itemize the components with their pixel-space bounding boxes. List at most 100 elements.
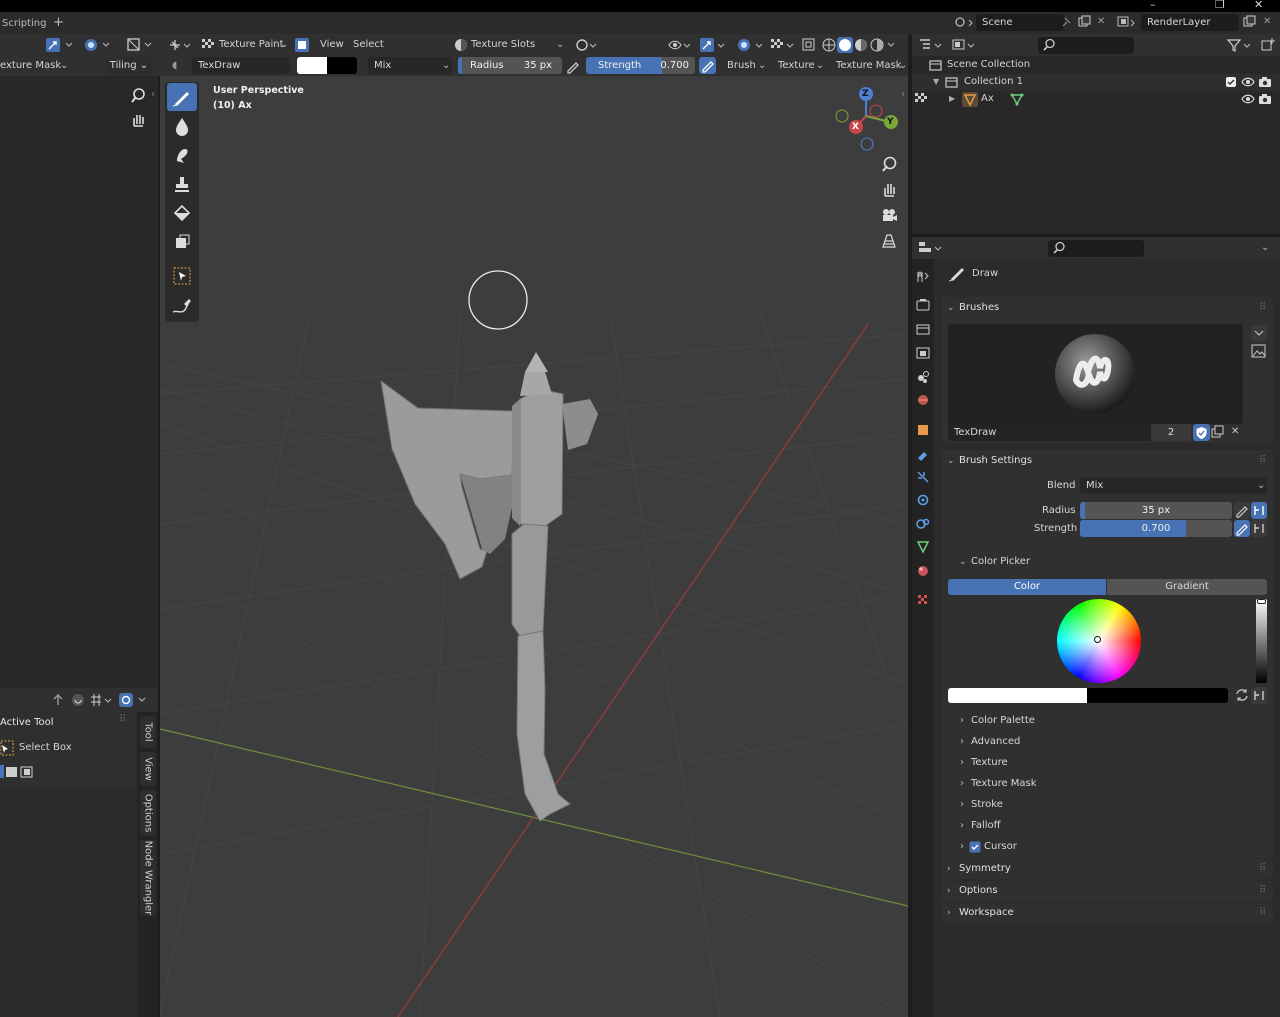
scene-name-field[interactable]: Scene	[976, 14, 1064, 31]
options-panel-title[interactable]: Options	[959, 881, 998, 901]
menu-select[interactable]: Select	[353, 38, 384, 52]
filter-icon[interactable]	[1226, 37, 1254, 53]
subpanel-expand-icon[interactable]: ›	[960, 840, 964, 854]
select-box-icon[interactable]	[0, 740, 14, 756]
ortho-toggle-icon[interactable]	[880, 232, 898, 250]
annotate-tool-button[interactable]	[167, 292, 197, 320]
brushes-panel-title[interactable]: Brushes	[959, 297, 999, 319]
render-layer-field[interactable]: RenderLayer	[1141, 14, 1239, 31]
symmetry-panel[interactable]: › Symmetry ⠿	[941, 859, 1273, 879]
radius-unit-icon[interactable]	[1251, 502, 1267, 519]
add-workspace-button[interactable]: +	[53, 16, 64, 30]
strength-unified-icon[interactable]	[1251, 520, 1267, 537]
xray-icon[interactable]	[770, 37, 798, 53]
menu-view[interactable]: View	[320, 38, 344, 52]
primary-color-swatch[interactable]	[297, 57, 327, 74]
subpanel-color-palette[interactable]: Color Palette	[971, 714, 1035, 728]
brush-settings-title[interactable]: Brush Settings	[959, 450, 1032, 472]
menu-texture-mask[interactable]: Texture Mask	[836, 59, 902, 73]
texture-slots-dropdown[interactable]: Texture Slots	[471, 38, 535, 52]
viewport-zoom-icon[interactable]	[880, 156, 898, 174]
strength-settings-pressure-icon[interactable]	[1234, 520, 1250, 537]
eye-icon[interactable]	[1241, 93, 1255, 105]
color-tab-button[interactable]: Color	[948, 579, 1106, 595]
outliner-editor-type-icon[interactable]	[918, 37, 946, 53]
color-picker-title[interactable]: Color Picker	[971, 555, 1030, 569]
blend-mode-dropdown[interactable]: Mix	[368, 57, 452, 74]
panel-drag-handle-icon[interactable]: ⠿	[1259, 906, 1266, 920]
selection-mode-icons[interactable]	[0, 765, 36, 779]
outliner-row-scene-collection[interactable]: Scene Collection	[912, 57, 1280, 74]
select-box-tool-button[interactable]	[167, 262, 197, 290]
gizmo-toggle-icon[interactable]	[118, 692, 150, 708]
unlink-brush-icon[interactable]: ✕	[1231, 425, 1239, 439]
camera-icon[interactable]	[1258, 93, 1272, 105]
camera-icon[interactable]	[1258, 76, 1272, 88]
snap-icon[interactable]	[45, 37, 75, 53]
subpanel-texture-mask[interactable]: Texture Mask	[971, 777, 1037, 791]
duplicate-brush-icon[interactable]	[1211, 425, 1226, 440]
delete-layer-icon[interactable]: ✕	[1263, 15, 1271, 29]
subpanel-stroke[interactable]: Stroke	[971, 798, 1003, 812]
editor-type-icon[interactable]	[168, 37, 194, 53]
mesh-data-icon[interactable]	[1010, 92, 1024, 106]
radius-settings-slider[interactable]: 35 px	[1080, 502, 1232, 519]
viewport-collapse-arrow-icon[interactable]: ‹	[901, 88, 905, 102]
brush-image-icon[interactable]	[1251, 343, 1267, 359]
display-mode-icon[interactable]	[951, 37, 979, 53]
outliner-row-collection[interactable]: ▼ Collection 1	[912, 74, 1280, 91]
tab-scripting[interactable]: Scripting	[2, 17, 46, 31]
symmetry-panel-title[interactable]: Symmetry	[959, 859, 1011, 879]
secondary-color-swatch[interactable]	[327, 57, 357, 74]
hook-icon[interactable]	[70, 692, 86, 708]
radius-slider[interactable]: Radius 35 px	[458, 57, 562, 74]
close-button[interactable]: ✕	[1254, 0, 1263, 11]
brush-preview[interactable]	[948, 324, 1243, 424]
delete-scene-icon[interactable]: ✕	[1097, 15, 1105, 29]
workspace-panel-title[interactable]: Workspace	[959, 903, 1014, 923]
mask-tool-button[interactable]	[167, 228, 197, 256]
soften-tool-button[interactable]	[167, 112, 197, 140]
viewport-gizmo-icon[interactable]	[699, 37, 727, 53]
subpanel-advanced[interactable]: Advanced	[971, 735, 1020, 749]
menu-texture[interactable]: Texture	[778, 59, 815, 73]
color-unified-icon[interactable]	[1251, 687, 1267, 704]
panel-drag-handle-icon[interactable]: ⠿	[1259, 862, 1266, 876]
properties-editor-type-icon[interactable]	[918, 240, 946, 256]
eye-icon[interactable]	[1241, 76, 1255, 88]
camera-view-icon[interactable]	[880, 206, 898, 224]
sidebar-tab-tool[interactable]: Tool	[140, 716, 156, 748]
menu-brush[interactable]: Brush	[727, 59, 756, 73]
cursor-checkbox[interactable]	[969, 841, 981, 853]
new-scene-icon[interactable]	[1078, 15, 1092, 28]
expand-arrow-icon[interactable]: ▶	[949, 92, 955, 106]
brush-list-chevron-icon[interactable]	[1251, 325, 1267, 341]
zoom-icon[interactable]	[130, 88, 146, 104]
new-collection-icon[interactable]	[1260, 37, 1276, 53]
new-layer-icon[interactable]	[1243, 15, 1257, 28]
collapse-arrow-icon[interactable]: ‹	[151, 88, 155, 102]
strength-slider[interactable]: Strength 0.700	[586, 57, 695, 74]
sidebar-tab-options[interactable]: Options	[140, 790, 156, 836]
render-layer-icon[interactable]	[1117, 15, 1139, 29]
panel-drag-handle-icon[interactable]: ⠿	[1259, 884, 1266, 898]
mask-toggle-icon[interactable]	[294, 37, 310, 53]
color-wheel-cursor[interactable]	[1094, 636, 1101, 643]
brush-users-count[interactable]: 2	[1151, 424, 1191, 441]
mode-dropdown[interactable]: Texture Paint	[219, 38, 284, 52]
clone-tool-button[interactable]	[167, 170, 197, 198]
subpanel-expand-icon[interactable]: ›	[960, 714, 964, 728]
smear-tool-button[interactable]	[167, 141, 197, 169]
scene-icon[interactable]	[953, 15, 975, 29]
panel-drag-handle-icon[interactable]: ⠿	[1259, 301, 1266, 315]
texture-mask-dropdown[interactable]: exture Mask	[0, 59, 61, 73]
brush-preview-icon[interactable]: ◖	[172, 59, 177, 73]
panel-expand-icon[interactable]: ⌄	[947, 450, 955, 472]
shading-mode-icons[interactable]	[820, 36, 896, 54]
grid-snap-icon[interactable]	[89, 692, 113, 708]
radius-pressure-icon[interactable]	[565, 58, 581, 74]
blend-dropdown[interactable]: Mix	[1080, 477, 1267, 494]
draw-tool-button[interactable]	[167, 83, 197, 111]
brush-name-input[interactable]: TexDraw	[948, 424, 1151, 441]
viewport-overlay-icon[interactable]	[736, 37, 766, 53]
